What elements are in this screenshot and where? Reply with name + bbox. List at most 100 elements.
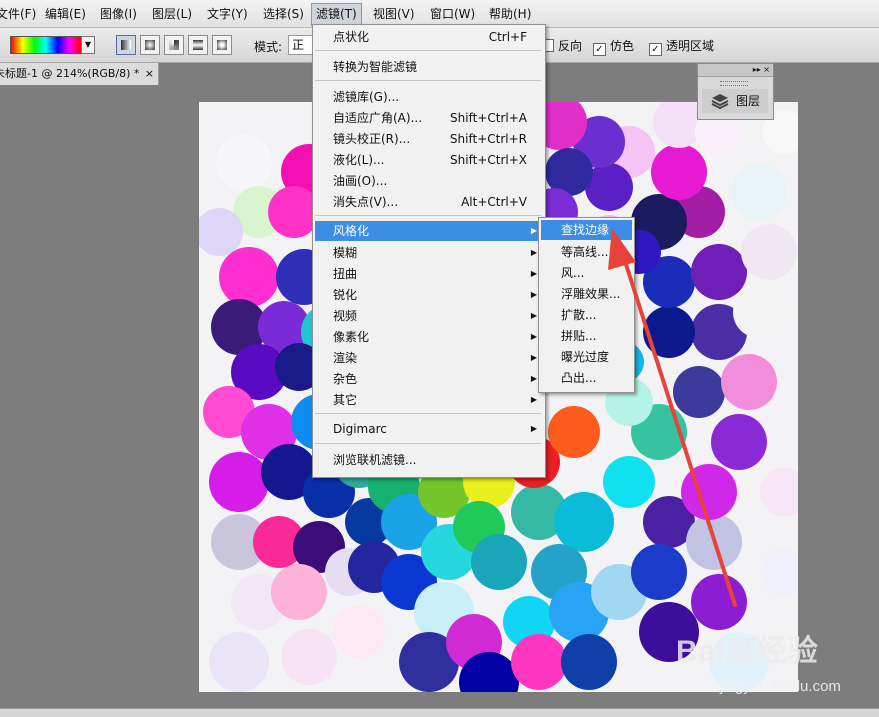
menu-item-shortcut: Ctrl+F: [488, 30, 527, 44]
submenu-arrow-icon: ▶: [530, 374, 537, 383]
menu-item-label: 其它: [333, 393, 358, 407]
reverse-label: 反向: [558, 39, 583, 53]
close-icon[interactable]: ×: [145, 63, 154, 85]
radial-gradient-icon: [145, 40, 155, 50]
menu-item-label: 镜头校正(R)...: [333, 132, 411, 146]
diamond-gradient-button[interactable]: [212, 35, 232, 55]
menu-filter[interactable]: 滤镜(T): [311, 3, 362, 26]
linear-gradient-button[interactable]: [116, 35, 136, 55]
menu-item-vanishing-point[interactable]: 消失点(V)... Alt+Ctrl+V: [315, 192, 543, 212]
menu-separator: [315, 80, 541, 81]
layers-panel-button[interactable]: 图层: [702, 89, 768, 113]
submenu-item-label: 扩散...: [561, 308, 597, 322]
menu-item-digimarc[interactable]: Digimarc ▶: [315, 419, 543, 439]
transparency-label: 透明区域: [666, 39, 715, 53]
menu-item-liquify[interactable]: 液化(L)... Shift+Ctrl+X: [315, 150, 543, 170]
document-tab-title: 未标题-1 @ 214%(RGB/8) *: [0, 67, 140, 80]
linear-gradient-icon: [121, 40, 131, 50]
menu-item-shortcut: Shift+Ctrl+R: [449, 132, 527, 146]
menu-window[interactable]: 窗口(W): [426, 5, 479, 23]
filter-menu: 点状化 Ctrl+F 转换为智能滤镜 滤镜库(G)... 自适应广角(A)... S…: [312, 24, 546, 478]
menu-item-other[interactable]: 其它 ▶: [315, 390, 543, 410]
menu-item-distort[interactable]: 扭曲 ▶: [315, 264, 543, 284]
reflected-gradient-button[interactable]: [188, 35, 208, 55]
menu-help[interactable]: 帮助(H): [485, 5, 535, 23]
check-icon[interactable]: ✓: [649, 43, 662, 56]
submenu-item-extrude[interactable]: 凸出...: [541, 368, 632, 388]
layers-label: 图层: [736, 94, 761, 108]
menu-item-convert-smart-filters[interactable]: 转换为智能滤镜: [315, 57, 543, 77]
submenu-item-label: 等高线...: [561, 245, 609, 259]
menu-item-shortcut: Shift+Ctrl+A: [450, 111, 527, 125]
menu-item-browse-filters-online[interactable]: 浏览联机滤镜...: [315, 450, 543, 470]
menu-separator: [315, 443, 541, 444]
watermark-url: jingyan.baidu.com: [720, 678, 841, 695]
watermark: Bai度经验 jingyan.baidu.com: [676, 612, 876, 712]
menu-item-label: 视频: [333, 309, 358, 323]
submenu-item-emboss[interactable]: 浮雕效果...: [541, 284, 632, 304]
menu-layer[interactable]: 图层(L): [148, 5, 196, 23]
menu-edit[interactable]: 编辑(E): [41, 5, 90, 23]
menu-file[interactable]: 文件(F): [0, 5, 40, 23]
radial-gradient-button[interactable]: [140, 35, 160, 55]
mode-label: 模式:: [254, 40, 283, 54]
menu-item-adaptive-wide-angle[interactable]: 自适应广角(A)... Shift+Ctrl+A: [315, 108, 543, 128]
submenu-arrow-icon: ▶: [530, 269, 537, 278]
menu-item-label: 液化(L)...: [333, 153, 385, 167]
check-icon[interactable]: ✓: [593, 43, 606, 56]
menu-item-stylize[interactable]: 风格化 ▶: [315, 221, 543, 241]
layers-icon: [711, 94, 729, 110]
submenu-arrow-icon: ▶: [530, 353, 537, 362]
reflected-gradient-icon: [193, 40, 203, 50]
menu-item-blur[interactable]: 模糊 ▶: [315, 243, 543, 263]
menu-item-pointillize[interactable]: 点状化 Ctrl+F: [315, 27, 543, 47]
menu-item-label: 渲染: [333, 351, 358, 365]
reverse-checkbox[interactable]: 反向: [541, 37, 582, 54]
menu-item-video[interactable]: 视频 ▶: [315, 306, 543, 326]
gradient-swatch[interactable]: [10, 36, 82, 54]
layers-panel: ▸▸ × 图层: [697, 63, 774, 120]
submenu-item-label: 拼贴...: [561, 329, 597, 343]
submenu-item-find-edges[interactable]: 查找边缘: [541, 220, 632, 240]
angle-gradient-button[interactable]: [164, 35, 184, 55]
transparency-checkbox[interactable]: ✓ 透明区域: [649, 37, 714, 56]
menu-image[interactable]: 图像(I): [96, 5, 141, 23]
menu-item-label: 像素化: [333, 330, 370, 344]
menu-item-pixelate[interactable]: 像素化 ▶: [315, 327, 543, 347]
submenu-item-label: 浮雕效果...: [561, 287, 621, 301]
menu-view[interactable]: 视图(V): [369, 5, 419, 23]
menu-item-render[interactable]: 渲染 ▶: [315, 348, 543, 368]
dither-label: 仿色: [610, 39, 635, 53]
submenu-item-label: 风...: [561, 266, 585, 280]
menu-item-label: 滤镜库(G)...: [333, 90, 400, 104]
submenu-arrow-icon: ▶: [530, 248, 537, 257]
gradient-picker-dropdown-icon[interactable]: ▼: [81, 36, 95, 54]
menu-item-oil-paint[interactable]: 油画(O)...: [315, 171, 543, 191]
submenu-arrow-icon: ▶: [530, 332, 537, 341]
document-tab[interactable]: 未标题-1 @ 214%(RGB/8) * ×: [0, 63, 159, 85]
menu-item-lens-correction[interactable]: 镜头校正(R)... Shift+Ctrl+R: [315, 129, 543, 149]
menu-item-label: 浏览联机滤镜...: [333, 453, 417, 467]
submenu-item-wind[interactable]: 风...: [541, 263, 632, 283]
submenu-item-trace-contour[interactable]: 等高线...: [541, 242, 632, 262]
menu-item-noise[interactable]: 杂色 ▶: [315, 369, 543, 389]
menu-type[interactable]: 文字(Y): [203, 5, 252, 23]
menu-item-shortcut: Shift+Ctrl+X: [450, 153, 527, 167]
angle-gradient-icon: [169, 40, 179, 50]
menu-select[interactable]: 选择(S): [259, 5, 308, 23]
menu-separator: [315, 413, 541, 414]
menu-item-filter-gallery[interactable]: 滤镜库(G)...: [315, 87, 543, 107]
panel-grip[interactable]: [720, 81, 748, 86]
submenu-item-solarize[interactable]: 曝光过度: [541, 347, 632, 367]
menu-separator: [315, 50, 541, 51]
dither-checkbox[interactable]: ✓ 仿色: [593, 37, 634, 56]
menu-item-sharpen[interactable]: 锐化 ▶: [315, 285, 543, 305]
submenu-arrow-icon: ▶: [530, 226, 537, 235]
menu-item-label: 风格化: [333, 224, 370, 238]
menu-item-label: 自适应广角(A)...: [333, 111, 423, 125]
submenu-item-diffuse[interactable]: 扩散...: [541, 305, 632, 325]
panel-header[interactable]: ▸▸ ×: [698, 64, 773, 77]
menu-separator: [315, 215, 541, 216]
submenu-arrow-icon: ▶: [530, 290, 537, 299]
submenu-item-tiles[interactable]: 拼贴...: [541, 326, 632, 346]
